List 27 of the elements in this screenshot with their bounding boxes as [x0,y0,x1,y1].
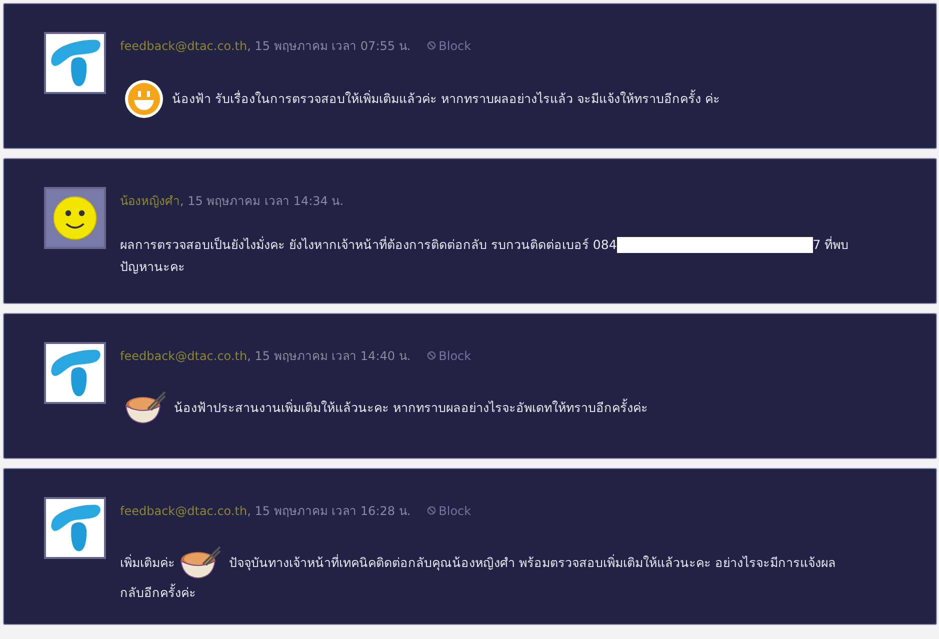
author-link[interactable]: น้องหญิงศำ [120,191,180,210]
block-icon [426,41,436,50]
block-icon [426,351,436,360]
author-link[interactable]: feedback@dtac.co.th [120,38,248,52]
post-date: , 15 พฤษภาคม เวลา 14:34 น. [180,193,344,210]
message-text: น้องฟ้า รับเรื่องในการตรวจสอบให้เพิ่มเติมแล้วค่ะ หากทราบผลอย่างไรแล้ว จะมีแจ้งให้ทราบอีกครั้ง ค่ะ [172,88,720,108]
block-link[interactable]: Block [426,348,472,362]
avatar[interactable] [44,497,106,559]
post-date: , 15 พฤษภาคม เวลา 14:40 น. [247,348,411,365]
block-link[interactable]: Block [426,504,472,518]
message-text: ผลการตรวจสอบเป็นยังไงมั่งคะ ยังไงหากเจ้าหน้าที่ต้องการติดต่อกลับ รบกวนติดต่อเบอร์ 084 [120,235,617,254]
post-date: , 15 พฤษภาคม เวลา 07:55 น. [247,38,411,55]
message-text: น้องฟ้าประสานงานเพิ่มเติมให้แล้วนะคะ หากทราบผลอย่างไรจะอัพเดทให้ทราบอีกครั้งค่ะ [174,398,648,417]
avatar[interactable] [44,32,106,94]
message-text: 7 ที่พบ [812,235,849,254]
message-text: เพิ่มเติมค่ะ [120,553,175,572]
grin-emoticon-icon [124,79,164,119]
author-link[interactable]: feedback@dtac.co.th [120,504,248,518]
block-link[interactable]: Block [426,38,472,52]
block-icon [426,506,436,515]
avatar[interactable] [44,342,106,404]
post-date: , 15 พฤษภาคม เวลา 16:28 น. [247,503,411,520]
message-text: ปัจจุบันทางเจ้าหน้าที่เทคนิคติดต่อกลับคุณน้องหญิงศำ พร้อมตรวจสอบเพิ่มเติมให้แล้วนะคะ อย่างไรจะมีการแจ้งผล [229,553,836,572]
avatar[interactable] [44,187,106,249]
message-text: กลับอีกครั้งค่ะ [120,582,196,602]
message-text: ปัญหานะคะ [120,258,185,276]
author-link[interactable]: feedback@dtac.co.th [120,348,248,362]
